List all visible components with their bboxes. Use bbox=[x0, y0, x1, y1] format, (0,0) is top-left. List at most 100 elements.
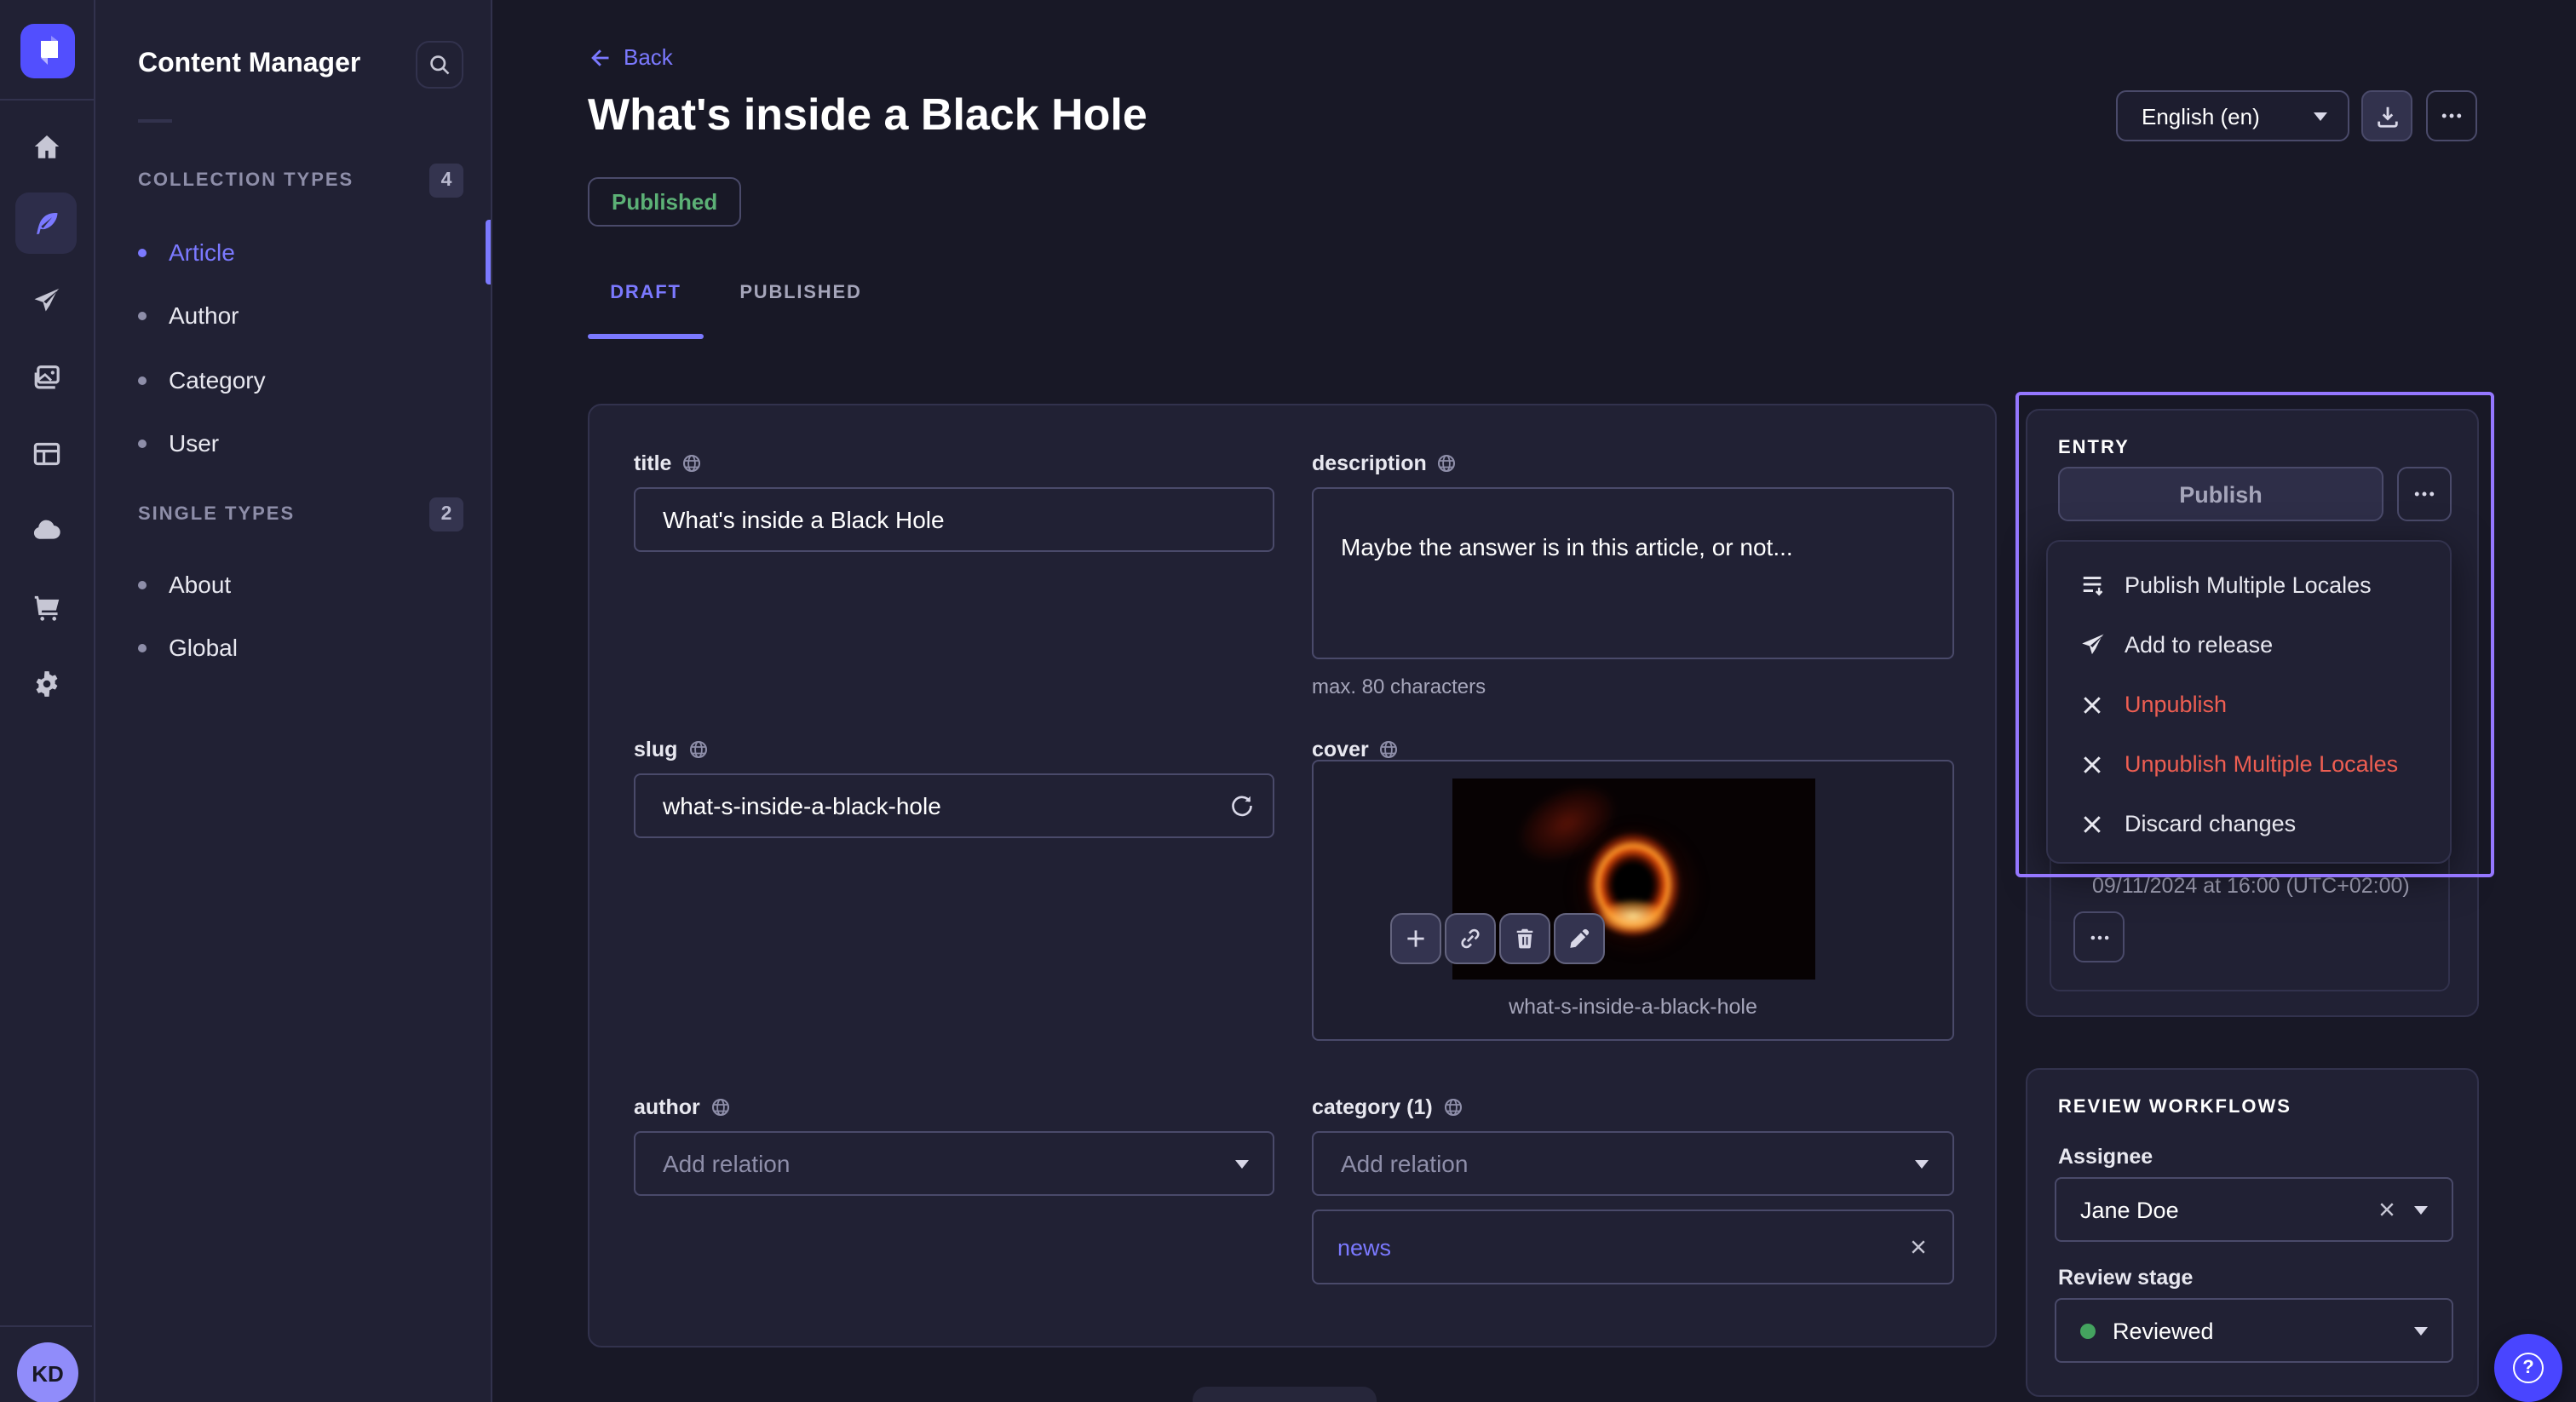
relation-link-news[interactable]: news bbox=[1337, 1234, 1908, 1260]
description-textarea[interactable]: Maybe the answer is in this article, or … bbox=[1312, 487, 1954, 659]
author-field-label: author bbox=[634, 1095, 1274, 1119]
collection-types-count-badge: 4 bbox=[429, 164, 463, 198]
cover-filename: what-s-inside-a-black-hole bbox=[1314, 995, 1952, 1019]
sidebar-title: Content Manager bbox=[138, 49, 360, 80]
author-relation-combobox[interactable]: Add relation bbox=[634, 1131, 1274, 1196]
version-tabs: DRAFT PUBLISHED bbox=[588, 283, 871, 303]
copy-link-button[interactable] bbox=[1445, 913, 1496, 964]
review-workflows-panel: REVIEW WORKFLOWS Assignee Jane Doe Revie… bbox=[2026, 1068, 2479, 1397]
search-icon bbox=[428, 53, 451, 77]
edit-asset-button[interactable] bbox=[1554, 913, 1605, 964]
entry-form-card: title What's inside a Black Hole descrip… bbox=[588, 404, 1997, 1347]
category-relation-item: news bbox=[1312, 1210, 1954, 1284]
releases-icon[interactable] bbox=[15, 269, 77, 330]
header-more-button[interactable] bbox=[2426, 90, 2477, 141]
ellipsis-icon bbox=[2440, 104, 2464, 128]
information-more-button[interactable] bbox=[2073, 911, 2125, 962]
remove-relation-button[interactable] bbox=[1908, 1237, 1929, 1257]
ellipsis-icon bbox=[2088, 926, 2110, 948]
bullet-icon bbox=[138, 376, 147, 384]
paper-plane-icon bbox=[2079, 632, 2105, 658]
description-helper-text: max. 80 characters bbox=[1312, 675, 1954, 698]
tab-published[interactable]: PUBLISHED bbox=[731, 283, 871, 303]
globe-icon bbox=[1437, 453, 1458, 474]
slug-field-label: slug bbox=[634, 738, 1274, 761]
ellipsis-icon bbox=[2412, 482, 2436, 506]
sidebar-item-article[interactable]: Article bbox=[138, 227, 491, 278]
sidebar-item-author[interactable]: Author bbox=[138, 290, 491, 341]
cover-actions bbox=[1390, 913, 1605, 964]
tab-draft[interactable]: DRAFT bbox=[588, 283, 704, 303]
entry-more-button[interactable] bbox=[2397, 467, 2452, 521]
active-tab-underline bbox=[588, 334, 704, 339]
chevron-down-icon bbox=[2414, 1326, 2428, 1335]
user-avatar[interactable]: KD bbox=[17, 1342, 78, 1402]
cover-asset-card: what-s-inside-a-black-hole bbox=[1312, 760, 1954, 1041]
bullet-icon bbox=[138, 248, 147, 256]
help-button[interactable]: ? bbox=[2494, 1334, 2562, 1402]
menu-item-publish-multiple-locales[interactable]: Publish Multiple Locales bbox=[2048, 555, 2450, 615]
strapi-logo[interactable] bbox=[20, 24, 75, 78]
sidebar-item-category[interactable]: Category bbox=[138, 354, 491, 405]
media-library-icon[interactable] bbox=[15, 346, 77, 407]
section-single-types: SINGLE TYPES bbox=[138, 504, 295, 525]
menu-item-add-to-release[interactable]: Add to release bbox=[2048, 615, 2450, 675]
content-type-builder-icon[interactable] bbox=[15, 422, 77, 484]
trash-icon bbox=[1513, 927, 1537, 951]
title-field-label: title bbox=[634, 451, 1274, 475]
entry-panel-title: ENTRY bbox=[2058, 438, 2130, 458]
review-stage-label: Review stage bbox=[2058, 1266, 2193, 1290]
collapsed-panel-edge bbox=[1193, 1387, 1377, 1402]
strapi-content-manager-app: KD Content Manager COLLECTION TYPES 4 Ar… bbox=[0, 0, 2576, 1402]
pencil-icon bbox=[1567, 927, 1591, 951]
home-icon[interactable] bbox=[15, 116, 77, 177]
menu-item-unpublish[interactable]: Unpublish bbox=[2048, 675, 2450, 734]
marketplace-icon[interactable] bbox=[15, 576, 77, 637]
publish-button[interactable]: Publish bbox=[2058, 467, 2383, 521]
chevron-down-icon bbox=[1915, 1160, 1929, 1169]
review-panel-title: REVIEW WORKFLOWS bbox=[2058, 1097, 2291, 1118]
description-field-label: description bbox=[1312, 451, 1954, 475]
cover-field-label: cover bbox=[1312, 738, 1954, 761]
sidebar-item-about[interactable]: About bbox=[138, 559, 491, 610]
search-button[interactable] bbox=[416, 41, 463, 89]
assignee-combobox[interactable]: Jane Doe bbox=[2055, 1177, 2453, 1242]
page-title: What's inside a Black Hole bbox=[588, 89, 1147, 141]
status-badge: Published bbox=[588, 177, 741, 227]
strapi-logo-icon bbox=[20, 24, 75, 78]
sidebar-item-user[interactable]: User bbox=[138, 417, 491, 468]
main-nav-rail: KD bbox=[0, 0, 95, 1402]
chevron-down-icon bbox=[2414, 1205, 2428, 1214]
delete-asset-button[interactable] bbox=[1499, 913, 1550, 964]
clear-assignee-button[interactable] bbox=[2377, 1199, 2397, 1220]
settings-icon[interactable] bbox=[15, 652, 77, 714]
question-mark-icon: ? bbox=[2513, 1353, 2544, 1383]
content-manager-icon[interactable] bbox=[15, 192, 77, 254]
globe-icon bbox=[1379, 739, 1400, 760]
locale-select[interactable]: English (en) bbox=[2116, 90, 2349, 141]
menu-item-discard-changes[interactable]: Discard changes bbox=[2048, 794, 2450, 853]
list-plus-icon bbox=[2079, 572, 2105, 598]
sidebar-item-global[interactable]: Global bbox=[138, 622, 491, 673]
content-manager-sidebar: Content Manager COLLECTION TYPES 4 Artic… bbox=[95, 0, 492, 1402]
category-relation-combobox[interactable]: Add relation bbox=[1312, 1131, 1954, 1196]
chevron-down-icon bbox=[2314, 112, 2327, 120]
section-collection-types: COLLECTION TYPES bbox=[138, 170, 354, 191]
review-stage-combobox[interactable]: Reviewed bbox=[2055, 1298, 2453, 1363]
back-link[interactable]: Back bbox=[588, 44, 673, 70]
rail-divider bbox=[0, 99, 94, 101]
title-input[interactable]: What's inside a Black Hole bbox=[634, 487, 1274, 552]
cross-icon bbox=[2080, 812, 2104, 836]
chevron-down-icon bbox=[1235, 1160, 1249, 1169]
bullet-icon bbox=[138, 439, 147, 447]
assignee-label: Assignee bbox=[2058, 1145, 2153, 1169]
slug-input[interactable]: what-s-inside-a-black-hole bbox=[634, 773, 1274, 838]
regenerate-slug-button[interactable] bbox=[1230, 794, 1254, 818]
single-types-count-badge: 2 bbox=[429, 497, 463, 531]
add-asset-button[interactable] bbox=[1390, 913, 1441, 964]
cloud-icon[interactable] bbox=[15, 499, 77, 560]
download-icon bbox=[2374, 103, 2400, 129]
export-button[interactable] bbox=[2361, 90, 2412, 141]
menu-item-unpublish-multiple-locales[interactable]: Unpublish Multiple Locales bbox=[2048, 734, 2450, 794]
rail-bottom-divider bbox=[0, 1325, 92, 1327]
